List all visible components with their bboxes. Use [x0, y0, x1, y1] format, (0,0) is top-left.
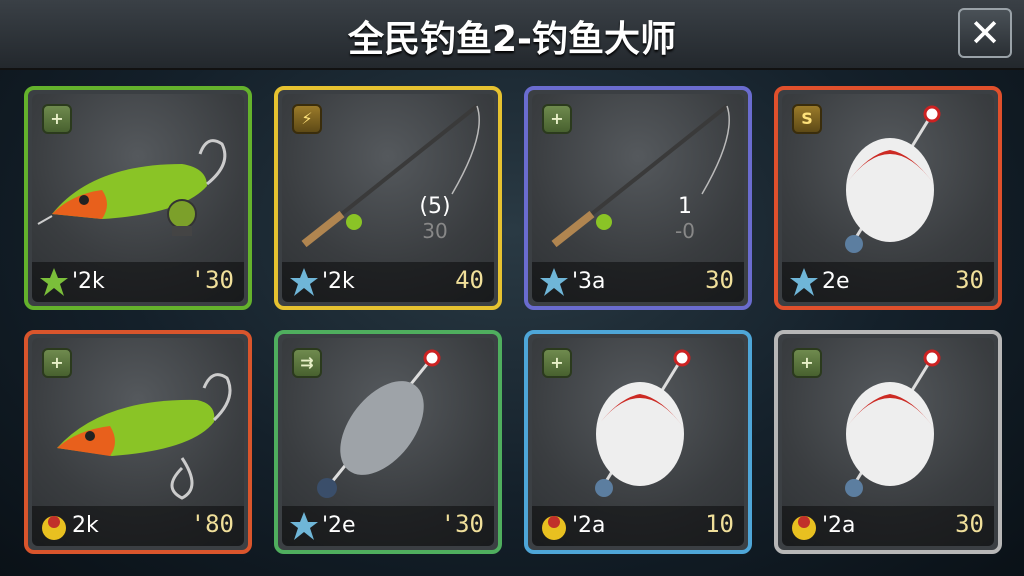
chick-icon	[792, 516, 816, 540]
item-price: 30	[955, 510, 984, 538]
float-bobber-icon	[845, 349, 941, 497]
item-card-7[interactable]: + '2a 10	[524, 330, 752, 554]
starfish-icon	[290, 268, 318, 296]
item-card-2[interactable]: ⚡ (5) 30 '2k 40	[274, 86, 502, 310]
item-card-4[interactable]: S 2e 30	[774, 86, 1002, 310]
lure-icon	[57, 373, 232, 500]
item-price: 40	[455, 266, 484, 294]
item-price: '80	[190, 510, 234, 538]
item-code: 2k	[72, 513, 99, 538]
item-card-3[interactable]: + 1 -0 '3a 30	[524, 86, 752, 310]
starfish-icon	[290, 512, 318, 540]
fishing-rod-icon	[551, 104, 730, 248]
starfish-icon	[40, 268, 68, 296]
stat-sub: 30	[422, 219, 448, 243]
stat-value: 1	[678, 194, 692, 219]
stat-value: (5)	[419, 194, 451, 219]
page-title: 全民钓鱼2-钓鱼大师	[348, 19, 676, 60]
item-price: 30	[955, 266, 984, 294]
item-price: 10	[705, 510, 734, 538]
chick-icon	[42, 516, 66, 540]
item-card-5[interactable]: + 2k '80	[24, 330, 252, 554]
float-bobber-icon	[845, 105, 941, 253]
starfish-icon	[540, 268, 568, 296]
item-price: 30	[705, 266, 734, 294]
stat-sub: -0	[675, 219, 695, 243]
item-card-6[interactable]: ⇉ '2e '30	[274, 330, 502, 554]
sinker-icon	[317, 349, 441, 498]
fishing-rod-icon	[301, 104, 480, 248]
float-bobber-icon	[595, 349, 691, 497]
close-button[interactable]: ✕	[958, 8, 1012, 58]
starfish-icon	[790, 268, 818, 296]
item-card-1[interactable]: + '2k '30	[24, 86, 252, 310]
chick-icon	[542, 516, 566, 540]
item-code: 2e	[822, 269, 850, 294]
item-code: '3a	[572, 269, 606, 294]
item-code: '2a	[822, 513, 856, 538]
top-bar: 全民钓鱼2-钓鱼大师 ✕	[0, 0, 1024, 70]
item-code: '2k	[72, 269, 105, 294]
item-card-8[interactable]: + '2a 30	[774, 330, 1002, 554]
item-price: '30	[190, 266, 234, 294]
item-price: '30	[440, 510, 484, 538]
item-code: '2a	[572, 513, 606, 538]
lure-icon	[37, 139, 227, 236]
item-code: '2k	[322, 269, 355, 294]
item-code: '2e	[322, 513, 356, 538]
